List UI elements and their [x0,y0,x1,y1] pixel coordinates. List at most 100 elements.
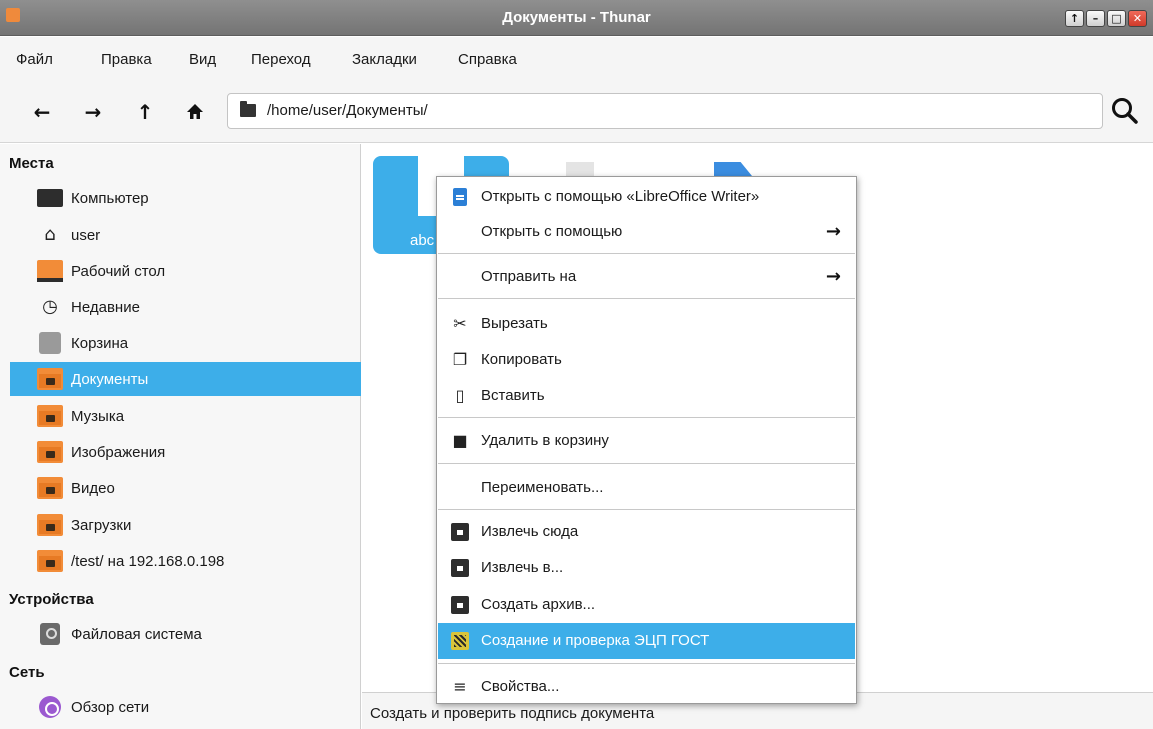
menu-item-label: Извлечь в... [481,559,564,576]
menu-separator [438,509,855,510]
sidebar-item-label: Загрузки [71,517,132,534]
sidebar-item-documents[interactable]: Документы [10,362,361,396]
menu-bar: Файл Правка Вид Переход Закладки Справка [0,37,1153,83]
devices-header: Устройства [9,591,94,608]
close-button[interactable]: ✕ [1128,10,1147,27]
menu-item-label: Удалить в корзину [481,432,609,449]
trash-icon: ■ [452,431,468,450]
menu-separator [438,253,855,254]
window-title: Документы - Thunar [502,9,651,26]
back-button[interactable]: ← [29,99,55,125]
menu-item-label: Открыть с помощью «LibreOffice Writer» [481,188,760,205]
menu-item-paste[interactable]: ▯ Вставить [438,378,855,414]
menu-item-open-with-writer[interactable]: Открыть с помощью «LibreOffice Writer» [438,179,855,215]
shade-button[interactable]: ↑ [1065,10,1084,27]
trash-icon [39,332,61,354]
up-button[interactable]: ↑ [132,99,158,125]
home-button[interactable] [182,99,208,125]
menu-item-label: Копировать [481,351,562,368]
menu-item-label: Вставить [481,387,545,404]
menu-separator [438,298,855,299]
menu-item-create-archive[interactable]: Создать архив... [438,587,855,623]
sidebar-item-trash[interactable]: Корзина [10,326,361,360]
network-icon [39,696,61,718]
video-folder-icon [37,477,63,499]
menu-bookmarks[interactable]: Закладки [352,51,417,68]
desktop-icon [37,260,63,282]
menu-item-send-to[interactable]: Отправить на → [438,259,855,295]
sidebar-item-label: Файловая система [71,626,202,643]
sidebar-item-user[interactable]: ⌂ user [10,218,361,252]
archive-extract-icon [451,523,469,541]
menu-item-rename[interactable]: Переименовать... [438,470,855,506]
submenu-arrow-icon: → [825,221,841,242]
copy-icon: ❐ [452,350,468,369]
search-button[interactable] [1108,94,1142,128]
menu-help[interactable]: Справка [458,51,517,68]
sidebar-item-downloads[interactable]: Загрузки [10,508,361,542]
documents-folder-icon [37,368,63,390]
title-bar: Документы - Thunar ↑ – □ ✕ [0,0,1153,36]
network-folder-icon [37,550,63,572]
sidebar-item-label: Музыка [71,408,125,425]
toolbar: ← → ↑ /home/user/Документы/ [0,83,1153,143]
menu-item-label: Создать архив... [481,596,596,613]
context-menu: Открыть с помощью «LibreOffice Writer» О… [436,176,857,704]
sidebar-item-label: Обзор сети [71,699,150,716]
submenu-arrow-icon: → [825,266,841,287]
sidebar-item-label: user [71,227,101,244]
menu-separator [438,463,855,464]
music-folder-icon [37,405,63,427]
sidebar-item-browse-network[interactable]: Обзор сети [10,690,361,724]
sidebar-item-label: Изображения [71,444,166,461]
menu-item-move-to-trash[interactable]: ■ Удалить в корзину [438,423,855,459]
location-path[interactable]: /home/user/Документы/ [267,102,428,119]
places-header: Места [9,155,54,172]
search-icon [1112,98,1138,124]
sidebar-item-label: Видео [71,480,115,497]
sidebar: Места Компьютер ⌂ user Рабочий стол ◷ Не… [0,144,361,729]
sidebar-item-filesystem[interactable]: Файловая система [10,617,361,651]
sidebar-item-pictures[interactable]: Изображения [10,435,361,469]
archive-extract-icon [451,559,469,577]
sidebar-item-music[interactable]: Музыка [10,399,361,433]
sidebar-item-computer[interactable]: Компьютер [10,181,361,215]
signature-icon [451,632,469,650]
menu-item-open-with[interactable]: Открыть с помощью → [438,214,855,250]
menu-item-label: Вырезать [481,315,548,332]
drive-icon [40,623,60,645]
menu-item-gost-signature[interactable]: Создание и проверка ЭЦП ГОСТ [438,623,855,659]
maximize-button[interactable]: □ [1107,10,1126,27]
home-icon [187,104,203,119]
home-icon: ⌂ [44,224,56,245]
menu-item-copy[interactable]: ❐ Копировать [438,342,855,378]
menu-item-label: Открыть с помощью [481,223,623,240]
menu-view[interactable]: Вид [189,51,216,68]
menu-item-extract-here[interactable]: Извлечь сюда [438,514,855,550]
sidebar-item-recent[interactable]: ◷ Недавние [10,290,361,324]
sidebar-item-label: Документы [71,371,149,388]
menu-file[interactable]: Файл [16,51,53,68]
scissors-icon: ✂ [453,314,467,333]
file-item-icon[interactable] [566,162,594,176]
sidebar-item-label: /test/ на 192.168.0.198 [71,553,225,570]
writer-icon [453,188,467,206]
menu-go[interactable]: Переход [251,51,311,68]
menu-item-cut[interactable]: ✂ Вырезать [438,306,855,342]
sidebar-item-video[interactable]: Видео [10,471,361,505]
properties-icon: ≡ [453,677,467,696]
sidebar-item-network-share[interactable]: /test/ на 192.168.0.198 [10,544,361,578]
forward-button[interactable]: → [80,99,106,125]
menu-item-label: Переименовать... [481,479,604,496]
archive-create-icon [451,596,469,614]
sidebar-item-desktop[interactable]: Рабочий стол [10,254,361,288]
menu-edit[interactable]: Правка [101,51,152,68]
menu-item-properties[interactable]: ≡ Свойства... [438,669,855,705]
menu-item-extract-to[interactable]: Извлечь в... [438,550,855,586]
minimize-button[interactable]: – [1086,10,1105,27]
location-bar[interactable]: /home/user/Документы/ [227,93,1103,129]
clock-icon: ◷ [42,296,58,317]
menu-item-label: Извлечь сюда [481,523,579,540]
sidebar-item-label: Недавние [71,299,140,316]
network-header: Сеть [9,664,45,681]
